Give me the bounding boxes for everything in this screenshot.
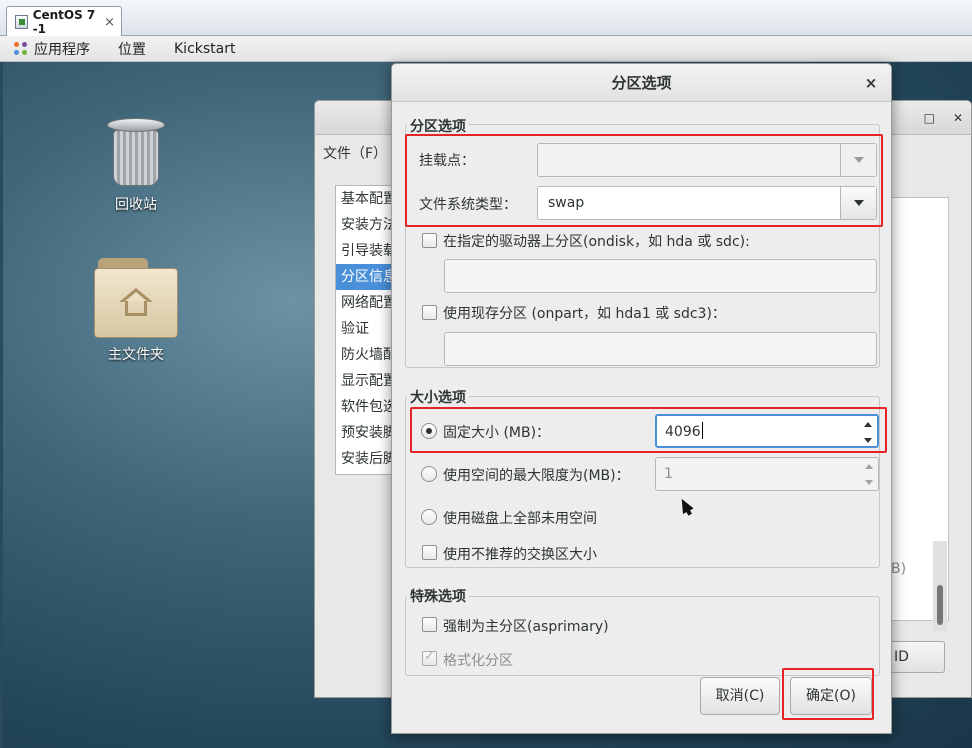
close-icon[interactable]: ×: [104, 15, 115, 30]
max-size-label: 使用空间的最大限度为(MB)：: [443, 468, 630, 484]
vm-icon: [15, 15, 28, 29]
applications-icon: [14, 41, 28, 56]
scrollbar[interactable]: [933, 541, 947, 631]
max-size-value: 1: [664, 466, 673, 482]
ondisk-checkbox[interactable]: [422, 233, 437, 248]
applications-label: 应用程序: [34, 41, 90, 58]
close-icon[interactable]: ✕: [953, 111, 963, 125]
fill-disk-radio[interactable]: [421, 509, 437, 525]
fs-type-value: swap: [548, 195, 585, 211]
nav-item[interactable]: 安装后脚: [336, 446, 394, 472]
fixed-size-spinner[interactable]: 4096: [655, 414, 879, 448]
spin-up-icon[interactable]: [864, 421, 872, 427]
fixed-size-label: 固定大小 (MB)：: [443, 425, 551, 441]
vm-tab-title: CentOS 7 -1: [32, 8, 96, 36]
spin-down-icon[interactable]: [864, 437, 872, 443]
mount-point-combo[interactable]: [537, 143, 877, 177]
nav-item-selected[interactable]: 分区信息: [336, 264, 394, 290]
chevron-down-icon[interactable]: [840, 187, 876, 219]
raid-button[interactable]: ID: [887, 641, 945, 673]
ok-button[interactable]: 确定(O): [790, 677, 872, 715]
trash-label: 回收站: [115, 197, 157, 213]
fixed-size-radio[interactable]: [421, 423, 437, 439]
desktop-icon-trash[interactable]: 回收站: [101, 116, 171, 214]
app-menu-kickstart[interactable]: Kickstart: [160, 41, 249, 57]
fs-type-combo[interactable]: swap: [537, 186, 877, 220]
chevron-down-icon[interactable]: [840, 144, 876, 176]
close-icon[interactable]: ×: [861, 73, 881, 93]
spin-up-icon[interactable]: [865, 463, 873, 469]
onpart-checkbox[interactable]: [422, 305, 437, 320]
partition-options-dialog: 分区选项 × 分区选项 挂载点： 文件系统类型： swap 在指定的驱动器上分区…: [391, 63, 892, 734]
partial-text: B): [891, 561, 907, 577]
recommended-swap-checkbox[interactable]: [422, 545, 437, 560]
size-options-heading: 大小选项: [407, 387, 469, 407]
special-options-heading: 特殊选项: [407, 586, 469, 606]
maximize-icon[interactable]: □: [924, 111, 935, 125]
format-label: 格式化分区: [443, 653, 513, 669]
nav-item[interactable]: 显示配置: [336, 368, 394, 394]
format-checkbox[interactable]: [422, 649, 437, 666]
config-nav-list: 基本配置 安装方法 引导装载 分区信息 网络配置 验证 防火墙配置 显示配置 软…: [335, 185, 395, 475]
partition-options-heading: 分区选项: [407, 116, 469, 136]
fs-type-label: 文件系统类型：: [419, 197, 517, 213]
places-menu[interactable]: 位置: [104, 39, 160, 59]
fill-disk-label: 使用磁盘上全部未用空间: [443, 511, 597, 527]
home-folder-icon: [94, 258, 178, 338]
mount-point-label: 挂载点：: [419, 153, 475, 169]
max-size-spinner[interactable]: 1: [655, 457, 879, 491]
desktop-icon-home[interactable]: 主文件夹: [91, 258, 181, 364]
dialog-title: 分区选项: [611, 74, 672, 92]
spin-down-icon[interactable]: [865, 479, 873, 485]
asprimary-label: 强制为主分区(asprimary): [443, 619, 609, 635]
applications-menu[interactable]: 应用程序: [0, 39, 104, 59]
max-size-radio[interactable]: [421, 466, 437, 482]
nav-item[interactable]: 软件包选: [336, 394, 394, 420]
dialog-titlebar: 分区选项 ×: [392, 64, 891, 102]
file-menu[interactable]: 文件（F）: [323, 143, 387, 163]
recommended-swap-label: 使用不推荐的交换区大小: [443, 547, 597, 563]
nav-item[interactable]: 引导装载: [336, 238, 394, 264]
ondisk-label: 在指定的驱动器上分区(ondisk，如 hda 或 sdc):: [443, 234, 750, 250]
home-icon: [119, 288, 153, 318]
nav-item[interactable]: 验证: [336, 316, 394, 342]
fixed-size-value: 4096: [665, 424, 701, 440]
trash-icon: [105, 116, 167, 188]
top-menubar: 应用程序 位置 Kickstart: [0, 36, 972, 62]
nav-item[interactable]: 安装方法: [336, 212, 394, 238]
cancel-button[interactable]: 取消(C): [700, 677, 780, 715]
asprimary-checkbox[interactable]: [422, 617, 437, 632]
onpart-label: 使用现存分区 (onpart，如 hda1 或 sdc3)：: [443, 306, 726, 322]
nav-item[interactable]: 基本配置: [336, 186, 394, 212]
onpart-entry[interactable]: [444, 332, 877, 366]
vm-tab[interactable]: CentOS 7 -1 ×: [6, 6, 122, 37]
nav-item[interactable]: 网络配置: [336, 290, 394, 316]
vm-tab-bar: CentOS 7 -1 ×: [0, 0, 972, 37]
home-folder-label: 主文件夹: [108, 347, 164, 363]
ondisk-entry[interactable]: [444, 259, 877, 293]
nav-item[interactable]: 防火墙配置: [336, 342, 394, 368]
nav-item[interactable]: 预安装脚: [336, 420, 394, 446]
